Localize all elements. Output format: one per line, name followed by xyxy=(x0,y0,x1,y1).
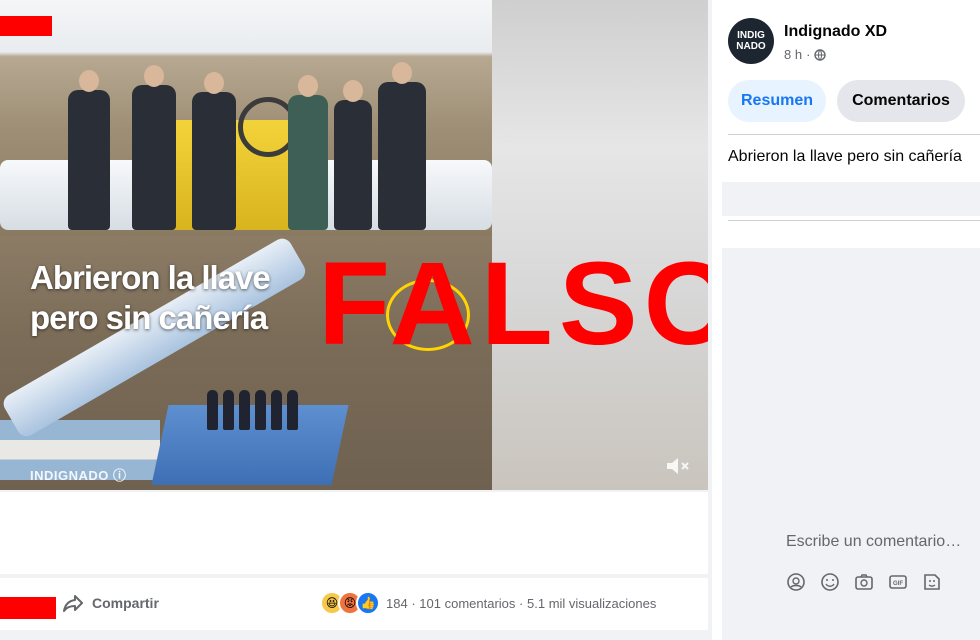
person-figure xyxy=(378,62,426,230)
avatar-sticker-icon[interactable] xyxy=(786,572,806,592)
post-body-spacer xyxy=(0,492,708,574)
share-label: Compartir xyxy=(92,595,159,611)
red-label-top xyxy=(0,16,52,36)
svg-text:GIF: GIF xyxy=(893,581,903,587)
person-figure xyxy=(132,65,176,230)
share-button[interactable]: Compartir xyxy=(62,591,159,615)
reactions-summary[interactable]: 😆 😡 👍 xyxy=(320,591,380,615)
video-watermark: INDIGNADO ⓘ xyxy=(30,468,127,483)
red-label-bottom xyxy=(0,597,56,619)
comment-input[interactable]: Escribe un comentario… xyxy=(786,533,961,551)
reaction-count[interactable]: 184 xyxy=(386,596,408,611)
share-icon xyxy=(63,595,83,612)
person-figure xyxy=(68,70,110,230)
video-player[interactable]: Abrieron la llave pero sin cañería INDIG… xyxy=(0,0,708,490)
person-figure xyxy=(288,75,328,230)
mute-icon[interactable] xyxy=(664,454,690,478)
gif-icon[interactable]: GIF xyxy=(888,572,908,592)
divider xyxy=(728,134,980,135)
tab-summary[interactable]: Resumen xyxy=(728,80,826,122)
composer-toolbar: GIF xyxy=(786,572,942,592)
post-stats: 184 · 101 comentarios · 5.1 mil visualiz… xyxy=(386,596,657,611)
post-time[interactable]: 8 h xyxy=(784,47,802,62)
person-figure xyxy=(334,80,372,230)
post-meta: 8 h · xyxy=(784,47,827,62)
camera-icon[interactable] xyxy=(854,572,874,592)
fact-check-stamp: FALSO xyxy=(318,238,708,370)
like-icon: 👍 xyxy=(356,591,380,615)
panel-gap xyxy=(722,182,980,216)
globe-icon xyxy=(814,48,827,61)
avatar[interactable]: INDIG NADO xyxy=(728,18,774,64)
info-icon: ⓘ xyxy=(113,468,127,483)
divider xyxy=(728,220,980,221)
emoji-icon[interactable] xyxy=(820,572,840,592)
sticker-icon[interactable] xyxy=(922,572,942,592)
people-group xyxy=(205,360,305,430)
video-overlay-caption: Abrieron la llave pero sin cañería xyxy=(30,259,271,336)
views-count: 5.1 mil visualizaciones xyxy=(527,596,657,611)
person-figure xyxy=(192,72,236,230)
tab-comments[interactable]: Comentarios xyxy=(837,80,965,122)
comments-count[interactable]: 101 comentarios xyxy=(419,596,515,611)
post-caption: Abrieron la llave pero sin cañería xyxy=(728,148,962,165)
author-name[interactable]: Indignado XD xyxy=(784,23,887,41)
